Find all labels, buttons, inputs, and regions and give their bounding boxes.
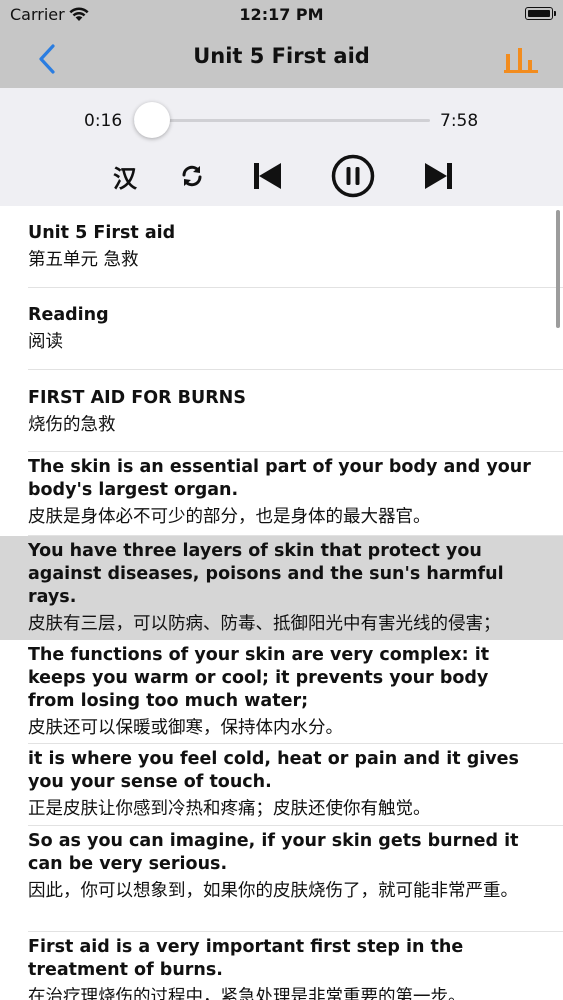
clock: 12:17 PM: [239, 5, 324, 24]
list-item[interactable]: Reading 阅读: [0, 288, 563, 370]
list-item[interactable]: FIRST AID FOR BURNS 烧伤的急救: [0, 370, 563, 452]
sentence-chinese: 阅读: [28, 332, 63, 352]
progress-slider[interactable]: [134, 119, 430, 122]
bar-chart-icon[interactable]: [503, 44, 539, 76]
list-item[interactable]: First aid is a very important first step…: [0, 932, 563, 1000]
next-icon: [425, 163, 452, 189]
sentence-english: Unit 5 First aid: [28, 223, 176, 243]
list-item[interactable]: The functions of your skin are very comp…: [0, 640, 563, 744]
sentence-english: The skin is an essential part of your bo…: [28, 457, 531, 500]
pause-icon: [331, 154, 375, 198]
sentence-english: FIRST AID FOR BURNS: [28, 388, 246, 408]
sentence-english: The functions of your skin are very comp…: [28, 645, 490, 711]
previous-button[interactable]: [248, 156, 286, 196]
sentence-chinese: 烧伤的急救: [28, 415, 116, 435]
scrollbar[interactable]: [556, 210, 560, 328]
list-item[interactable]: Unit 5 First aid 第五单元 急救: [0, 206, 563, 288]
loop-button[interactable]: [176, 156, 208, 196]
list-item[interactable]: So as you can imagine, if your skin gets…: [0, 826, 563, 932]
sentence-list[interactable]: Unit 5 First aid 第五单元 急救 Reading 阅读 FIRS…: [0, 206, 563, 1000]
progress-thumb[interactable]: [134, 102, 170, 138]
list-item-highlighted[interactable]: You have three layers of skin that prote…: [0, 536, 563, 640]
sentence-english: So as you can imagine, if your skin gets…: [28, 831, 519, 874]
sentence-chinese: 正是皮肤让你感到冷热和疼痛；皮肤还使你有触觉。: [28, 799, 431, 819]
sentence-english: Reading: [28, 305, 109, 325]
sentence-english: First aid is a very important first step…: [28, 937, 464, 980]
duration-time: 7:58: [440, 111, 479, 131]
translate-toggle-button[interactable]: 汉: [108, 156, 142, 196]
next-button[interactable]: [420, 156, 458, 196]
pause-button[interactable]: [330, 154, 376, 198]
sentence-chinese: 皮肤有三层，可以防病、防毒、抵御阳光中有害光线的侵害；: [28, 614, 501, 634]
sentence-chinese: 因此，你可以想象到，如果你的皮肤烧伤了，就可能非常严重。: [28, 881, 518, 901]
previous-icon: [254, 163, 281, 189]
loop-icon: [182, 165, 202, 187]
list-item[interactable]: it is where you feel cold, heat or pain …: [0, 744, 563, 826]
audio-player: 0:16 7:58 汉: [0, 88, 563, 206]
battery-icon: [525, 7, 556, 20]
sentence-english: it is where you feel cold, heat or pain …: [28, 749, 519, 792]
page-title: Unit 5 First aid: [193, 44, 370, 68]
sentence-chinese: 第五单元 急救: [28, 250, 139, 270]
list-item[interactable]: The skin is an essential part of your bo…: [0, 452, 563, 536]
sentence-chinese: 皮肤是身体必不可少的部分，也是身体的最大器官。: [28, 507, 431, 527]
current-time: 0:16: [84, 111, 123, 131]
sentence-chinese: 在治疗理烧伤的过程中，紧急处理是非常重要的第一步。: [28, 987, 466, 1000]
navigation-bar: Unit 5 First aid: [0, 30, 563, 88]
sentence-english: You have three layers of skin that prote…: [28, 541, 504, 607]
sentence-chinese: 皮肤还可以保暖或御寒，保持体内水分。: [28, 718, 343, 738]
status-bar: Carrier 12:17 PM: [0, 0, 563, 30]
